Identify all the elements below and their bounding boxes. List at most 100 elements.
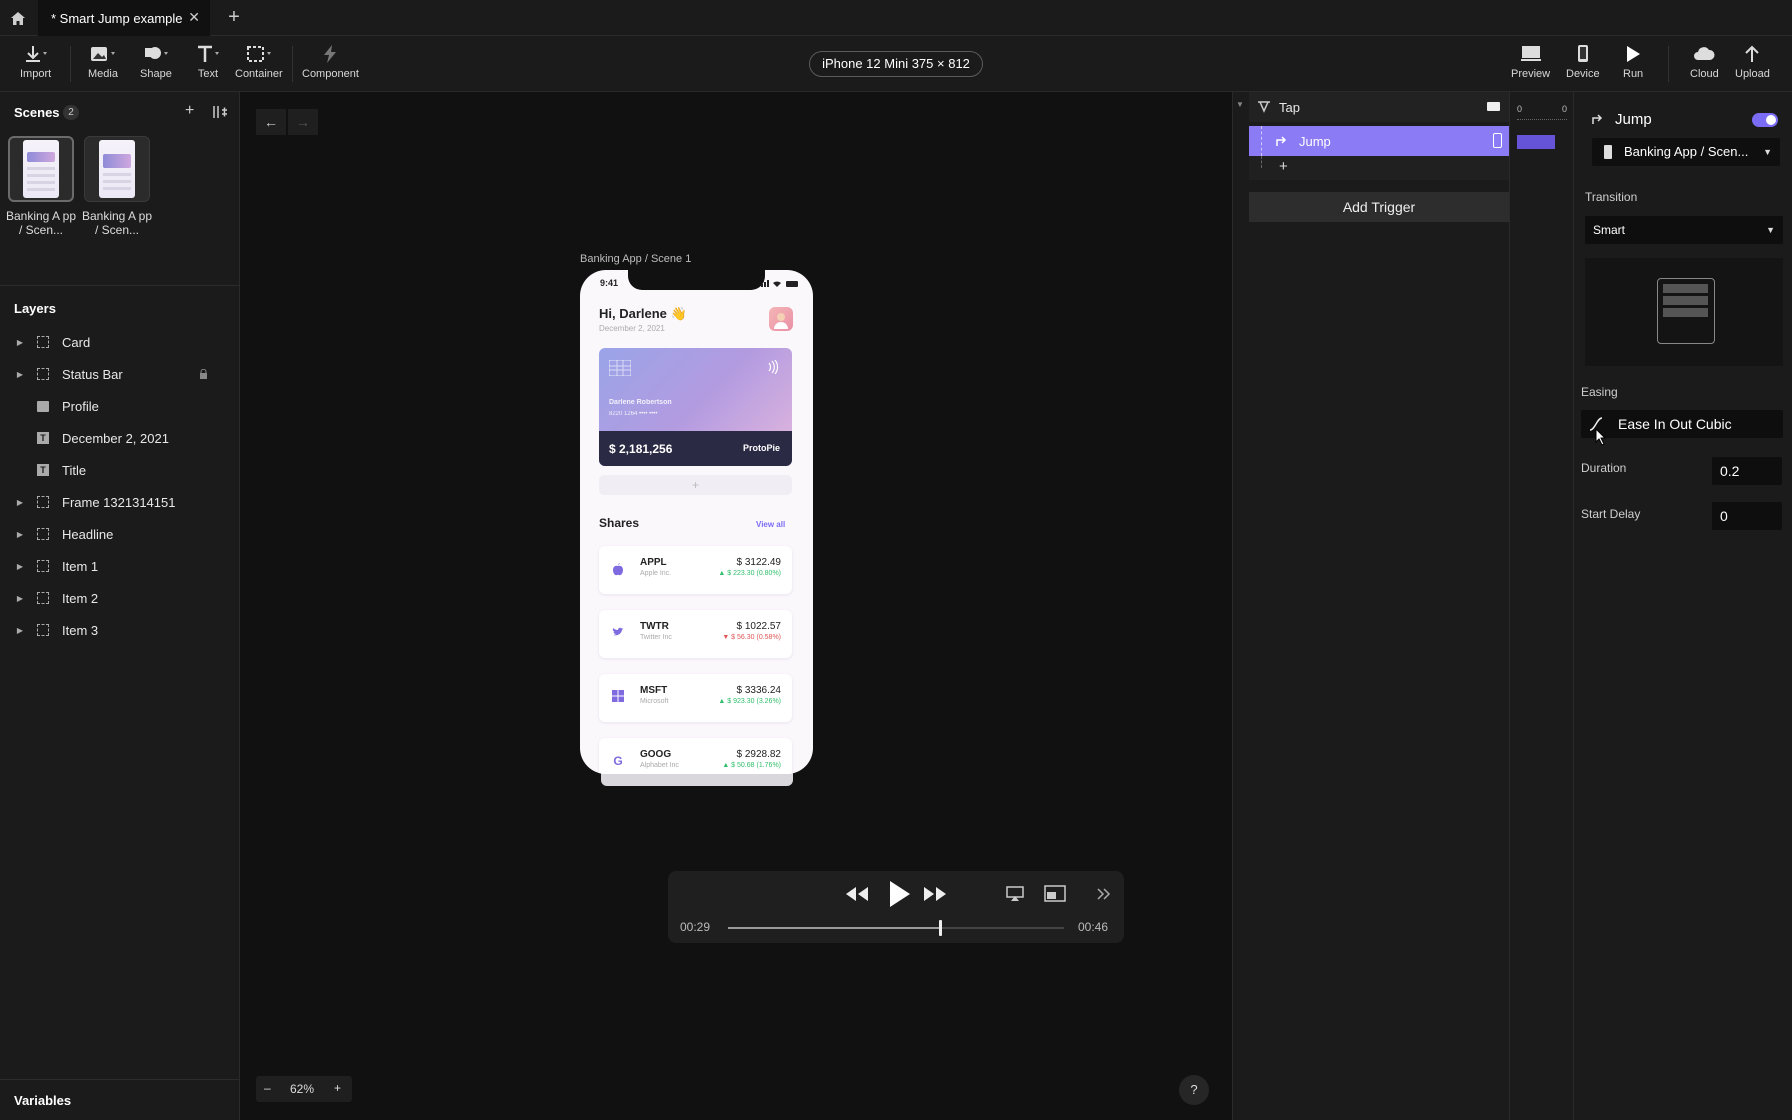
layer-row[interactable]: T Title	[0, 454, 240, 486]
zoom-out-button[interactable]: –	[264, 1081, 271, 1095]
component-button[interactable]: Component	[302, 44, 359, 80]
layer-row[interactable]: ▶ Frame 1321314151	[0, 486, 240, 518]
progress-track[interactable]	[728, 920, 1064, 936]
scene-thumbnail-1[interactable]	[8, 136, 74, 202]
stock-row[interactable]: TWTR Twitter Inc $ 1022.57 ▼ $ 56.30 (0.…	[599, 610, 792, 658]
phone-icon[interactable]	[1493, 133, 1502, 148]
zoom-in-button[interactable]: +	[334, 1081, 341, 1095]
stock-change: ▲ $ 923.30 (3.26%)	[718, 698, 781, 705]
back-arrow-icon[interactable]: ←	[256, 109, 286, 135]
cloud-button[interactable]: Cloud	[1690, 44, 1719, 80]
shape-button[interactable]: Shape	[140, 44, 172, 80]
response-row-selected[interactable]: Jump	[1249, 126, 1509, 156]
duration-input[interactable]: 0.2	[1712, 457, 1782, 485]
expand-arrow-icon[interactable]: ▶	[10, 562, 30, 571]
text-label: Text	[197, 68, 219, 80]
preview-button[interactable]: Preview	[1511, 44, 1550, 80]
easing-select[interactable]: Ease In Out Cubic	[1581, 410, 1783, 438]
cloud-label: Cloud	[1690, 68, 1719, 80]
rewind-icon[interactable]	[844, 885, 870, 903]
play-icon[interactable]	[886, 879, 912, 909]
stock-row[interactable]: G GOOG Alphabet Inc $ 2928.82 ▲ $ 50.68 …	[599, 738, 792, 774]
help-button[interactable]: ?	[1179, 1075, 1209, 1105]
media-label: Media	[88, 68, 118, 80]
stock-row[interactable]: APPL Apple Inc. $ 3122.49 ▲ $ 223.30 (0.…	[599, 546, 792, 594]
upload-button[interactable]: Upload	[1735, 44, 1770, 80]
chevron-down-icon: ▼	[1766, 225, 1775, 235]
run-button[interactable]: Run	[1623, 44, 1643, 80]
airplay-icon[interactable]	[1006, 886, 1024, 902]
expand-arrow-icon[interactable]: ▶	[10, 594, 30, 603]
layer-row[interactable]: ▶ Status Bar	[0, 358, 240, 390]
bank-card[interactable]: Darlene Robertson 8220 1264 •••• •••• $ …	[599, 348, 792, 466]
layer-label: Frame 1321314151	[62, 494, 176, 510]
card-holder-name: Darlene Robertson	[609, 399, 672, 406]
stock-change: ▲ $ 223.30 (0.80%)	[718, 570, 781, 577]
layer-row[interactable]: ▶ Item 1	[0, 550, 240, 582]
layer-row[interactable]: ▶ Item 3	[0, 614, 240, 646]
expand-arrow-icon[interactable]: ▶	[10, 370, 30, 379]
variables-title[interactable]: Variables	[14, 1093, 71, 1108]
expand-arrow-icon[interactable]: ▶	[10, 498, 30, 507]
status-icons	[761, 280, 798, 287]
phone-frame[interactable]: 9:41 Hi, Darlene 👋 December 2, 2021 Darl…	[580, 270, 813, 774]
transition-preview	[1585, 258, 1783, 366]
timeline-ruler: 0 0	[1509, 92, 1575, 1120]
divider	[0, 1079, 240, 1080]
device-button[interactable]: Device	[1566, 44, 1600, 80]
forward-arrow-icon[interactable]: →	[288, 109, 318, 135]
current-time: 00:29	[680, 920, 711, 934]
layer-row[interactable]: Profile	[0, 390, 240, 422]
picture-in-picture-icon[interactable]	[1044, 885, 1066, 903]
scene-label-1: Banking A pp / Scen...	[5, 209, 77, 237]
double-chevron-right-icon[interactable]	[1096, 887, 1112, 901]
add-card-button[interactable]: +	[599, 475, 792, 495]
media-icon	[90, 47, 115, 61]
device-selector[interactable]: iPhone 12 Mini 375 × 812	[809, 51, 983, 77]
import-button[interactable]: Import	[20, 44, 51, 80]
zoom-level[interactable]: 62%	[290, 1082, 314, 1096]
layer-row[interactable]: ▶ Headline	[0, 518, 240, 550]
scene-sort-icon[interactable]	[212, 105, 228, 124]
scrubber-handle[interactable]	[938, 920, 942, 936]
scene-thumbnail-2[interactable]	[84, 136, 150, 202]
toolbar: Import Media Shape Text Container Compon…	[0, 36, 1792, 92]
media-button[interactable]: Media	[88, 44, 118, 80]
container-icon	[246, 46, 271, 62]
tab-smart-jump-example[interactable]: * Smart Jump example ✕	[38, 0, 210, 36]
home-icon[interactable]	[0, 0, 36, 36]
shares-title: Shares	[599, 516, 640, 530]
layer-label: December 2, 2021	[62, 430, 169, 446]
layer-row[interactable]: T December 2, 2021	[0, 422, 240, 454]
timeline-bar[interactable]	[1517, 135, 1555, 149]
layer-row[interactable]: ▶ Item 2	[0, 582, 240, 614]
response-toggle[interactable]	[1752, 113, 1778, 127]
start-delay-input[interactable]: 0	[1712, 502, 1782, 530]
trigger-row[interactable]: Tap	[1249, 92, 1509, 122]
add-response-button[interactable]: +	[1279, 158, 1288, 175]
add-trigger-button[interactable]: Add Trigger	[1249, 192, 1509, 222]
text-button[interactable]: Text	[195, 44, 221, 80]
stock-row[interactable]: MSFT Microsoft $ 3336.24 ▲ $ 923.30 (3.2…	[599, 674, 792, 722]
expand-arrow-icon[interactable]: ▶	[10, 338, 30, 347]
run-label: Run	[1623, 68, 1644, 80]
avatar[interactable]	[769, 307, 793, 331]
view-all-link[interactable]: View all	[756, 520, 785, 529]
add-response-row: +	[1249, 156, 1509, 180]
stock-ticker: MSFT	[640, 685, 668, 696]
layer-row[interactable]: ▶ Card	[0, 326, 240, 358]
expand-arrow-icon[interactable]: ▶	[10, 530, 30, 539]
layer-target-icon[interactable]	[1487, 102, 1500, 111]
lock-icon[interactable]	[199, 369, 208, 379]
card-balance: $ 2,181,256	[609, 442, 673, 456]
close-tab-icon[interactable]: ✕	[188, 9, 200, 26]
add-scene-icon[interactable]: +	[185, 102, 194, 120]
scene-target-select[interactable]: Banking App / Scen... ▼	[1592, 138, 1780, 166]
transition-select[interactable]: Smart ▼	[1585, 216, 1783, 244]
collapse-arrow-icon[interactable]: ▼	[1236, 100, 1244, 109]
expand-arrow-icon[interactable]: ▶	[10, 626, 30, 635]
fast-forward-icon[interactable]	[922, 885, 948, 903]
container-button[interactable]: Container	[235, 44, 283, 80]
new-tab-button[interactable]: +	[222, 6, 246, 30]
text-icon	[198, 45, 219, 62]
